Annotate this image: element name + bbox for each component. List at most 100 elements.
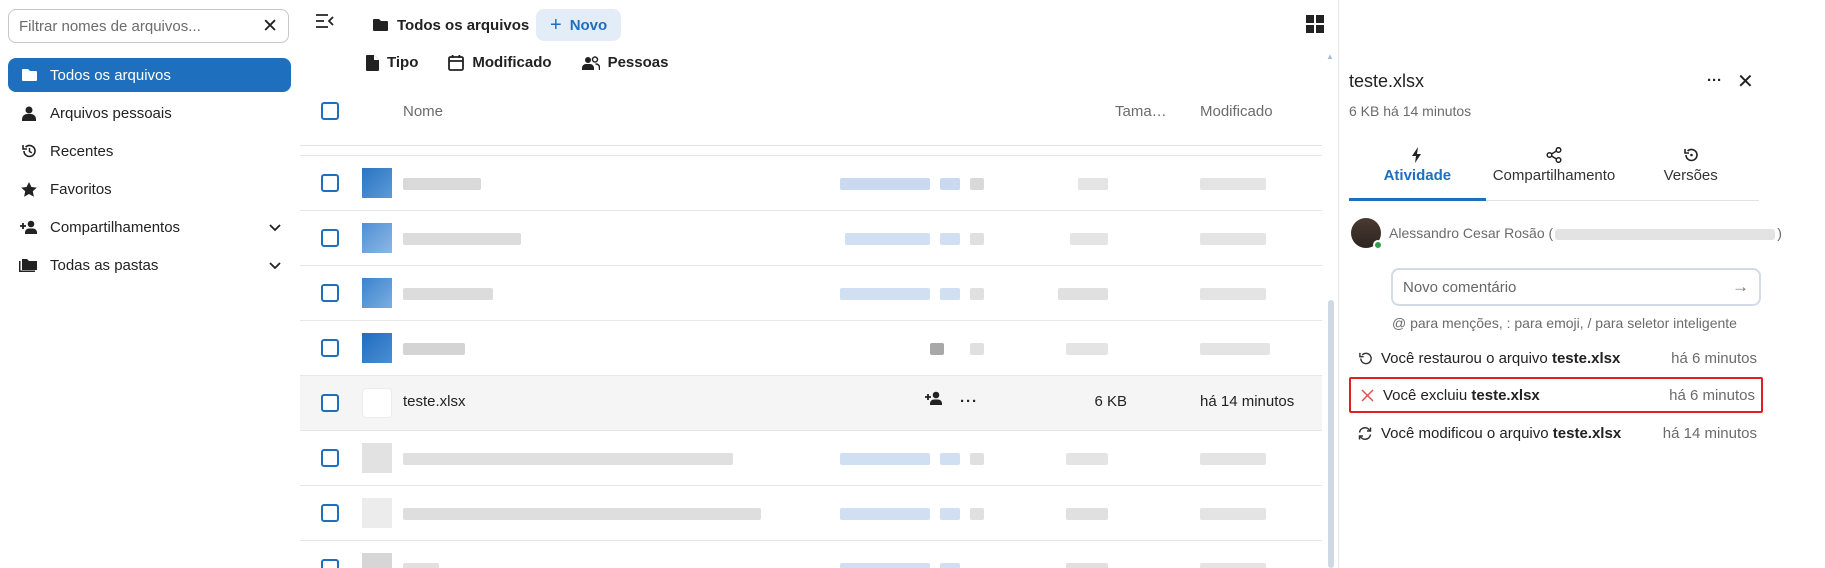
plus-icon: + [550, 13, 562, 36]
obscured-share [840, 288, 930, 300]
activity-time: há 14 minutos [1662, 424, 1757, 442]
column-size-header[interactable]: Tama… [1115, 103, 1167, 120]
table-row[interactable] [300, 431, 1322, 486]
grid-view-icon[interactable] [1306, 15, 1324, 37]
comment-author: Alessandro Cesar Rosão () [1351, 218, 1782, 250]
row-checkbox[interactable] [321, 339, 339, 357]
filter-input[interactable] [19, 17, 263, 35]
file-modified: há 14 minutos [1200, 393, 1295, 410]
filter-modified-button[interactable]: Modificado [448, 54, 552, 71]
table-row[interactable] [300, 156, 1322, 211]
file-icon [366, 54, 379, 71]
more-actions-icon[interactable]: ··· [960, 393, 978, 410]
nav-item-recent[interactable]: Recentes [8, 134, 291, 168]
nav-item-shares[interactable]: Compartilhamentos [8, 210, 291, 244]
file-table: Nome Tama… Modificado teste.xlsx ··· 6 K… [300, 86, 1322, 568]
history-icon [1683, 143, 1699, 167]
row-checkbox[interactable] [321, 504, 339, 522]
obscured-share [940, 178, 960, 190]
sidebar-tabs: Atividade Compartilhamento Versões [1349, 143, 1760, 201]
nav-list: Todos os arquivos Arquivos pessoais Rece… [8, 58, 291, 286]
folder-icon [373, 19, 388, 31]
new-button[interactable]: + Novo [536, 9, 622, 41]
sidebar-subtitle: 6 KB há 14 minutos [1349, 103, 1472, 119]
tab-versions[interactable]: Versões [1622, 143, 1760, 201]
tab-activity[interactable]: Atividade [1349, 143, 1486, 201]
table-row[interactable] [300, 211, 1322, 266]
nav-item-all-files[interactable]: Todos os arquivos [8, 58, 291, 92]
nav-item-label: Compartilhamentos [50, 218, 181, 236]
people-icon [581, 55, 600, 70]
comment-box: → [1391, 268, 1761, 306]
chevron-down-icon[interactable] [269, 220, 281, 235]
comment-input[interactable] [1403, 278, 1732, 296]
nav-item-label: Favoritos [50, 180, 112, 198]
activity-text: Você modificou o arquivo teste.xlsx [1381, 425, 1663, 442]
file-size: 6 KB [1094, 393, 1127, 410]
share-add-icon[interactable] [925, 391, 944, 409]
tab-label: Versões [1663, 167, 1718, 184]
table-row[interactable] [300, 486, 1322, 541]
obscured-date [1200, 563, 1266, 568]
activity-file[interactable]: teste.xlsx [1553, 425, 1621, 442]
file-name[interactable]: teste.xlsx [403, 393, 466, 410]
nav-item-favorites[interactable]: Favoritos [8, 172, 291, 206]
table-row[interactable] [300, 321, 1322, 376]
chevron-down-icon[interactable] [269, 258, 281, 273]
obscured-name [403, 563, 439, 568]
activity-text: Você excluiu teste.xlsx [1383, 387, 1669, 404]
obscured-name [403, 508, 761, 520]
star-icon [18, 181, 40, 197]
table-row-teste-xlsx[interactable]: teste.xlsx ··· 6 KB há 14 minutos [300, 376, 1322, 431]
obscured-name [403, 453, 733, 465]
obscured-share [940, 563, 960, 568]
folder-icon [362, 168, 392, 198]
close-icon[interactable]: ✕ [1737, 69, 1754, 94]
row-checkbox[interactable] [321, 229, 339, 247]
clear-filter-icon[interactable]: ✕ [262, 17, 278, 36]
select-all-checkbox[interactable] [321, 102, 339, 120]
send-arrow-icon[interactable]: → [1732, 277, 1749, 297]
toggle-navigation-icon[interactable] [316, 14, 338, 36]
file-thumbnail [362, 498, 392, 528]
table-spacer [300, 146, 1322, 156]
row-checkbox[interactable] [321, 174, 339, 192]
nav-item-personal-files[interactable]: Arquivos pessoais [8, 96, 291, 130]
activity-item: Você restaurou o arquivo teste.xlsx há 6… [1349, 340, 1763, 376]
share-add-icon [18, 220, 40, 234]
tab-sharing[interactable]: Compartilhamento [1485, 143, 1623, 201]
scroll-up-icon[interactable]: ▲ [1326, 52, 1334, 61]
sidebar-title: teste.xlsx [1349, 71, 1425, 91]
more-actions-icon[interactable]: ··· [1707, 72, 1722, 89]
breadcrumb[interactable]: Todos os arquivos [372, 9, 529, 41]
row-checkbox[interactable] [321, 284, 339, 302]
author-name-end: ) [1777, 225, 1782, 241]
scrollbar-thumb[interactable] [1328, 300, 1334, 568]
filter-people-label: Pessoas [607, 54, 669, 71]
nav-item-label: Todas as pastas [50, 256, 159, 274]
avatar[interactable] [1351, 218, 1383, 250]
activity-file[interactable]: teste.xlsx [1471, 387, 1539, 404]
row-checkbox[interactable] [321, 449, 339, 467]
activity-file[interactable]: teste.xlsx [1552, 350, 1620, 367]
obscured-share [840, 453, 930, 465]
column-name-header[interactable]: Nome [403, 103, 443, 120]
table-row[interactable] [300, 541, 1322, 568]
obscured-action [970, 343, 984, 355]
row-checkbox[interactable] [321, 394, 339, 412]
table-row[interactable] [300, 266, 1322, 321]
share-icon [1546, 143, 1562, 167]
author-name: Alessandro Cesar Rosão () [1389, 225, 1782, 241]
nav-item-all-folders[interactable]: Todas as pastas [8, 248, 291, 282]
row-checkbox[interactable] [321, 559, 339, 568]
filter-people-button[interactable]: Pessoas [581, 54, 669, 71]
activity-time: há 6 minutos [1671, 349, 1757, 367]
left-navigation: ✕ Todos os arquivos Arquivos pessoais Re… [0, 0, 300, 568]
breadcrumb-label: Todos os arquivos [397, 16, 530, 34]
column-modified-header[interactable]: Modificado [1200, 103, 1273, 120]
filter-type-button[interactable]: Tipo [366, 54, 418, 71]
obscured-share [940, 233, 960, 245]
history-icon [18, 143, 40, 159]
obscured-size [1058, 288, 1108, 300]
activity-time: há 6 minutos [1669, 386, 1755, 404]
